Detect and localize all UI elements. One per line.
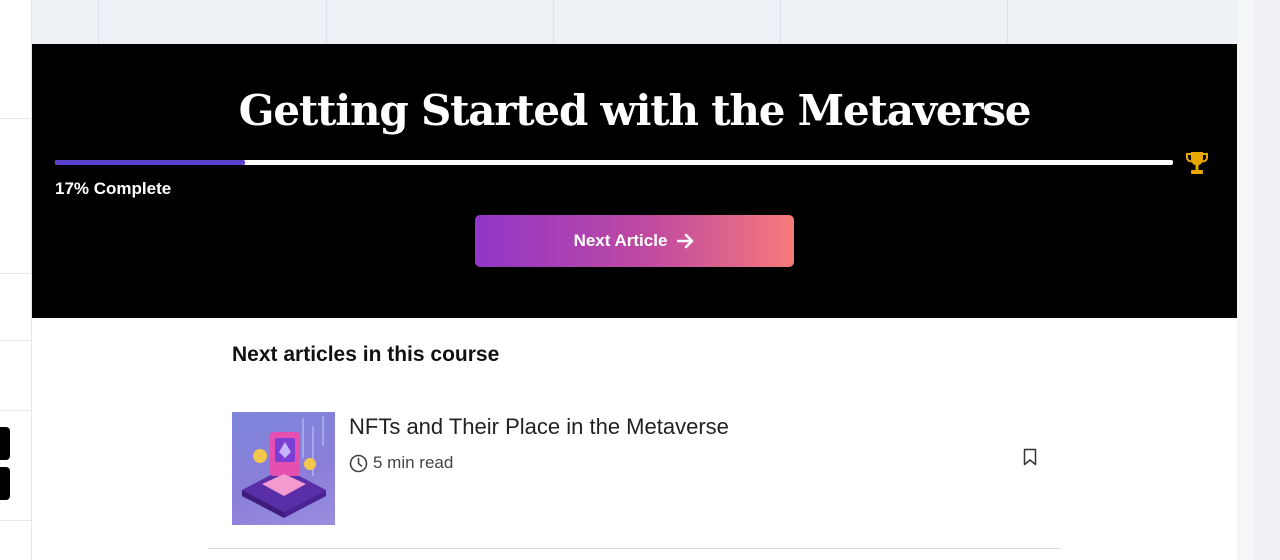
left-sidebar-edge	[0, 0, 32, 560]
course-progress-banner: Getting Started with the Metaverse 17% C…	[32, 44, 1237, 318]
next-article-button[interactable]: Next Article	[475, 215, 794, 267]
divider	[208, 548, 1060, 549]
next-articles-section: Next articles in this course NFTs and Th…	[32, 318, 1237, 560]
top-background	[32, 0, 1237, 44]
progress-bar-fill	[55, 160, 246, 165]
section-heading: Next articles in this course	[232, 343, 500, 366]
article-title[interactable]: NFTs and Their Place in the Metaverse	[349, 414, 729, 440]
side-tab-1[interactable]	[0, 427, 10, 460]
side-tab-2[interactable]	[0, 467, 10, 500]
bookmark-icon[interactable]	[1023, 448, 1037, 466]
article-thumbnail[interactable]	[232, 412, 335, 525]
next-article-label: Next Article	[573, 231, 668, 250]
progress-label: 17% Complete	[55, 179, 172, 198]
arrow-right-icon	[677, 233, 694, 249]
progress-bar	[55, 160, 1173, 165]
clock-icon	[349, 454, 368, 472]
right-sidebar-edge	[1237, 0, 1280, 560]
read-time: 5 min read	[349, 453, 453, 473]
course-title: Getting Started with the Metaverse	[238, 86, 1032, 135]
nft-illustration	[242, 416, 326, 518]
read-time-text: 5 min read	[373, 453, 454, 472]
trophy-icon	[1186, 152, 1208, 174]
